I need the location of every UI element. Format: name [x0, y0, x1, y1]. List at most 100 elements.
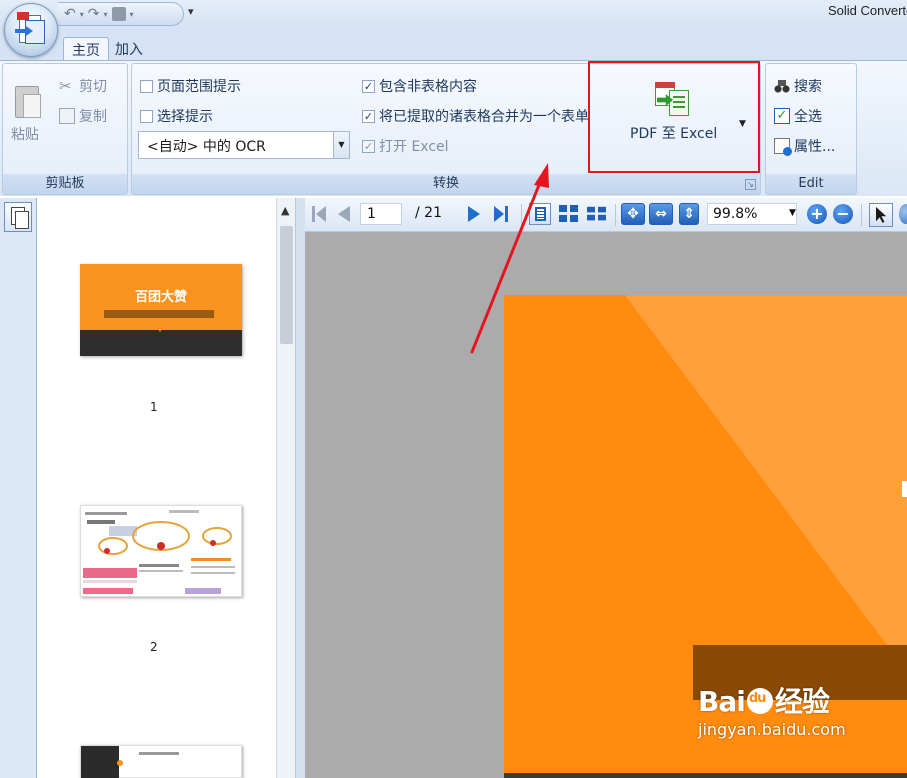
select-tool-button[interactable]: [869, 203, 893, 227]
toolbar-separator: [615, 204, 616, 226]
thumbnail-2-number: 2: [150, 640, 158, 654]
fit-width-button[interactable]: ⇔: [649, 203, 673, 225]
thumbnail-1-number: 1: [150, 400, 158, 414]
save-icon[interactable]: [111, 7, 126, 21]
continuous-view-icon[interactable]: [587, 206, 607, 222]
open-excel-option: ✓ 打开 Excel: [362, 136, 449, 156]
quick-access-toolbar: ↶ ▾ ↷ ▾ ▾: [58, 2, 184, 26]
checked-box-icon: ✓: [774, 108, 790, 124]
scrollbar-thumb[interactable]: [280, 226, 293, 344]
cut-label: 剪切: [79, 79, 107, 95]
undo-icon[interactable]: ↶: [64, 6, 76, 22]
page-range-prompt-label: 页面范围提示: [157, 79, 241, 95]
thumbnail-3-text: [139, 752, 179, 755]
selection-prompt-label: 选择提示: [157, 109, 213, 125]
watermark-logo-left: Bai: [698, 685, 746, 718]
watermark-logo-right: 经验: [774, 685, 830, 718]
first-page-icon[interactable]: [310, 204, 328, 224]
toolbar-separator: [861, 204, 862, 226]
zoom-in-icon[interactable]: +: [807, 204, 827, 224]
undo-dropdown-icon[interactable]: ▾: [80, 10, 84, 19]
include-non-table-option[interactable]: ✓ 包含非表格内容: [362, 76, 477, 96]
baidu-paw-icon: [746, 688, 773, 714]
tab-add[interactable]: 加入: [107, 37, 151, 61]
copy-icon: [59, 108, 75, 124]
hand-tool-icon[interactable]: [899, 204, 907, 224]
tab-home[interactable]: 主页: [63, 37, 109, 61]
page-total: / 21: [415, 205, 442, 221]
thumbnail-page-3[interactable]: [80, 745, 242, 778]
title-bar: ↶ ▾ ↷ ▾ ▾ ▾ Solid Converter: [0, 0, 907, 28]
customize-toolbar-icon[interactable]: ▾: [188, 5, 194, 18]
app-menu-button[interactable]: [4, 3, 58, 57]
viewer-toolbar: 1 / 21 ✥ ⇔ ⇕ 99.8% ▼ + −: [305, 198, 907, 232]
binoculars-icon: [774, 78, 790, 94]
open-excel-label: 打开 Excel: [379, 139, 449, 155]
cursor-icon: [876, 207, 887, 223]
merge-tables-label: 将已提取的诸表格合并为一个表单: [379, 109, 589, 125]
thumbnail-page-2[interactable]: [80, 505, 242, 597]
app-logo-pdf-icon: [17, 12, 29, 20]
pdf-to-excel-icon: [653, 80, 693, 118]
copy-label: 复制: [79, 109, 107, 125]
redo-icon[interactable]: ↷: [88, 6, 100, 22]
zoom-out-icon[interactable]: −: [833, 204, 853, 224]
select-all-button[interactable]: ✓ 全选: [774, 106, 822, 126]
ocr-select-value: <自动> 中的 OCR: [147, 139, 266, 155]
thumbnail-3-dark-block: [81, 746, 119, 778]
two-page-view-icon[interactable]: [559, 205, 579, 223]
redo-dropdown-icon[interactable]: ▾: [103, 10, 107, 19]
page-range-prompt-option[interactable]: 页面范围提示: [140, 76, 241, 96]
pdf-to-excel-button[interactable]: PDF 至 Excel ▼: [588, 61, 760, 173]
panel-splitter[interactable]: [295, 198, 305, 778]
baidu-watermark: Bai 经验 jingyan.baidu.com: [698, 680, 846, 739]
selection-prompt-option[interactable]: 选择提示: [140, 106, 213, 126]
merge-tables-checkbox[interactable]: ✓: [362, 109, 375, 123]
edit-group: 搜索 ✓ 全选 属性... Edit: [765, 63, 857, 195]
thumbnail-page-1[interactable]: 百团大赞: [80, 264, 242, 356]
page-range-prompt-checkbox[interactable]: [140, 79, 153, 93]
zoom-value: 99.8%: [713, 206, 758, 222]
ribbon-tab-row: 主页 加入: [0, 28, 907, 61]
clipboard-group: 粘贴 ✂ 剪切 复制 剪贴板: [2, 63, 128, 195]
properties-button[interactable]: 属性...: [774, 136, 835, 156]
scissors-icon: ✂: [59, 77, 72, 95]
pdf-to-excel-dropdown-icon[interactable]: ▼: [739, 119, 746, 129]
single-page-view-button[interactable]: [529, 203, 551, 225]
ocr-select[interactable]: <自动> 中的 OCR ▼: [138, 131, 350, 159]
open-excel-checkbox: ✓: [362, 139, 375, 153]
zoom-dropdown-icon[interactable]: ▼: [789, 208, 796, 218]
properties-icon: [774, 138, 792, 156]
zoom-select[interactable]: 99.8%: [707, 203, 797, 225]
save-dropdown-icon[interactable]: ▾: [130, 10, 134, 19]
edit-group-label: Edit: [766, 174, 856, 194]
page-bottom-edge: [504, 773, 907, 778]
include-non-table-label: 包含非表格内容: [379, 79, 477, 95]
cut-button[interactable]: ✂ 剪切: [59, 76, 107, 96]
previous-page-icon[interactable]: [337, 204, 351, 224]
paste-button[interactable]: 粘贴: [11, 124, 39, 144]
page-number-input[interactable]: 1: [360, 203, 402, 225]
convert-dialog-launcher[interactable]: ↘: [745, 179, 756, 190]
include-non-table-checkbox[interactable]: ✓: [362, 79, 375, 93]
toolbar-separator: [521, 204, 522, 226]
single-page-icon: [535, 207, 546, 221]
thumbnail-scrollbar[interactable]: ▲: [276, 198, 295, 778]
last-page-icon[interactable]: [493, 204, 511, 224]
fit-page-button[interactable]: ✥: [621, 203, 645, 225]
copy-button[interactable]: 复制: [59, 106, 107, 126]
watermark-url: jingyan.baidu.com: [698, 720, 846, 739]
thumbnail-1-bar: [104, 310, 214, 318]
thumbnail-1-footer: [80, 330, 242, 356]
scroll-up-icon[interactable]: ▲: [281, 204, 289, 217]
fit-height-button[interactable]: ⇕: [679, 203, 699, 225]
selection-prompt-checkbox[interactable]: [140, 109, 153, 123]
search-button[interactable]: 搜索: [774, 76, 822, 96]
merge-tables-option[interactable]: ✓ 将已提取的诸表格合并为一个表单: [362, 106, 589, 126]
paste-icon[interactable]: [11, 82, 45, 120]
ocr-select-dropdown-icon[interactable]: ▼: [333, 132, 349, 158]
next-page-icon[interactable]: [467, 204, 481, 224]
pages-panel-tab[interactable]: [4, 202, 32, 232]
pdf-to-excel-label: PDF 至 Excel: [630, 126, 718, 142]
convert-group-label: 转换: [132, 174, 760, 194]
